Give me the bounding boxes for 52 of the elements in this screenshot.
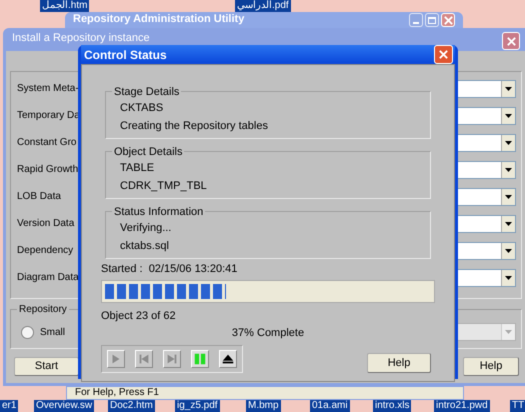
detail-text: Creating the Repository tables — [120, 120, 269, 132]
icon-label[interactable]: M.bmp — [246, 400, 281, 412]
field-label: Dependency — [17, 244, 74, 258]
icon-label[interactable]: Doc2.htm — [108, 400, 155, 412]
icon-label[interactable]: er1 — [0, 400, 18, 412]
help-button[interactable]: Help — [367, 353, 431, 373]
skip-forward-icon — [165, 352, 179, 366]
close-button[interactable] — [434, 45, 453, 64]
group-title: Object Details — [112, 144, 184, 160]
icon-label[interactable]: intro.xls — [373, 400, 412, 412]
push-button[interactable]: Help — [463, 357, 519, 376]
detail-text: CDRK_TMP_TBL — [120, 180, 208, 192]
start-time: Started : 02/15/06 13:20:41 — [101, 263, 238, 276]
eject-button[interactable] — [219, 350, 237, 368]
window-title: Repository Administration Utility — [73, 13, 246, 26]
close-button[interactable] — [441, 13, 455, 27]
push-button[interactable]: Start — [14, 357, 79, 376]
pause-button[interactable] — [191, 350, 209, 368]
icon-label[interactable]: Overview.sw — [34, 400, 94, 412]
field-label: System Meta- — [17, 82, 79, 96]
field-label: Version Data — [17, 217, 74, 231]
field-label: Constant Gro — [17, 136, 76, 150]
close-icon — [444, 16, 452, 24]
skip-back-icon — [137, 352, 151, 366]
pause-icon — [193, 352, 207, 366]
close-icon — [506, 36, 516, 46]
field-label: Diagram Data — [17, 271, 79, 285]
detail-text: CKTABS — [120, 102, 164, 114]
close-button[interactable] — [502, 32, 520, 50]
status-text: For Help, Press F1 — [75, 387, 159, 399]
icon-label[interactable]: الدراسي.pdf — [235, 0, 291, 12]
progress-count: Object 23 of 62 — [101, 310, 177, 323]
field-label: Rapid Growth — [17, 163, 78, 177]
group-title: Repository — [17, 302, 69, 317]
eject-icon — [221, 352, 235, 366]
icon-label[interactable]: TT — [510, 400, 525, 412]
icon-label[interactable]: intro21.pwd — [434, 400, 490, 412]
detail-text: cktabs.sql — [120, 240, 170, 252]
progress-percent: 37% Complete — [232, 327, 304, 340]
detail-text: Verifying... — [120, 222, 172, 234]
icon-label[interactable]: 01a.ami — [310, 400, 350, 412]
dialog-title: Control Status — [84, 46, 168, 64]
maximize-button[interactable] — [425, 13, 439, 27]
radio-option[interactable]: Small — [21, 324, 66, 340]
icon-label[interactable]: الجمل.htm — [40, 0, 90, 12]
detail-text: TABLE — [120, 162, 156, 174]
field-label: LOB Data — [17, 190, 61, 204]
minimize-button[interactable] — [409, 13, 423, 27]
window-title: Install a Repository instance — [12, 32, 151, 45]
group-title: Stage Details — [112, 84, 182, 100]
icon-label[interactable]: ig_z5.pdf — [175, 400, 220, 412]
close-icon — [439, 50, 448, 59]
